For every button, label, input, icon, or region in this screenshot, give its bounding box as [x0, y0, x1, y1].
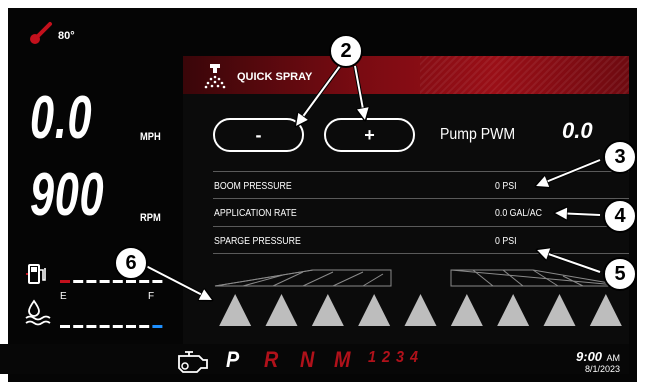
header-stripes	[420, 56, 629, 94]
nozzle-triangle[interactable]	[265, 294, 298, 326]
status-bar	[0, 344, 629, 374]
def-gauge-segment	[86, 325, 97, 328]
speed-unit: MPH	[140, 131, 161, 143]
def-gauge-segment	[60, 325, 70, 328]
gear-4[interactable]: 4	[410, 349, 418, 367]
engine-warning-icon	[173, 350, 213, 379]
clock-date: 8/1/2023	[584, 364, 620, 374]
def-gauge-bar	[60, 317, 170, 335]
nozzle-triangle[interactable]	[311, 294, 344, 326]
speed-value: 0.0	[30, 84, 93, 151]
nozzle-triangle[interactable]	[497, 294, 530, 326]
rpm-unit: RPM	[140, 212, 161, 224]
fuel-gauge-segment	[60, 280, 70, 283]
callout-3: 3	[603, 140, 637, 174]
fuel-gauge-segment	[152, 280, 163, 283]
boom-section-outline	[213, 266, 629, 293]
fuel-empty-label: E	[60, 291, 67, 302]
increase-button[interactable]: +	[324, 118, 415, 152]
nozzle-triangle[interactable]	[404, 294, 437, 326]
def-fluid-icon	[24, 298, 52, 331]
fuel-full-label: F	[148, 291, 155, 302]
callout-4: 4	[603, 199, 637, 233]
nozzle-triangle[interactable]	[450, 294, 483, 326]
nozzle-triangle[interactable]	[543, 294, 576, 326]
fuel-pump-icon	[26, 262, 48, 291]
fuel-gauge-segment	[112, 280, 123, 283]
sparge-pressure-label: SPARGE PRESSURE	[214, 236, 301, 247]
row-divider	[213, 198, 629, 199]
nozzle-triangle[interactable]	[219, 294, 252, 326]
fuel-gauge-segment	[139, 280, 150, 283]
callout-6: 6	[114, 246, 148, 280]
nozzle-triangle[interactable]	[589, 294, 622, 326]
clock-ampm: AM	[606, 353, 621, 363]
fuel-gauge-segment	[86, 280, 97, 283]
rpm-value: 900	[30, 161, 105, 228]
application-rate-value: 0.0 GAL/AC	[495, 208, 542, 219]
gear-1[interactable]: 1	[368, 349, 376, 367]
def-gauge-segment	[152, 325, 163, 328]
boom-pressure-value: 0 PSI	[495, 181, 517, 192]
boom-nozzle-row	[212, 292, 629, 328]
spray-nozzle-icon	[202, 62, 228, 95]
row-divider	[213, 171, 629, 172]
def-gauge-segment	[99, 325, 110, 328]
pump-pwm-label: Pump PWM	[440, 126, 516, 143]
gear-m[interactable]: M	[334, 347, 350, 373]
row-divider	[213, 253, 629, 254]
decrease-button[interactable]: -	[213, 118, 304, 152]
temperature-readout: 80°	[58, 30, 75, 42]
def-gauge-segment	[73, 325, 84, 328]
fuel-gauge-bar	[60, 272, 170, 290]
fuel-gauge-segment	[73, 280, 84, 283]
row-divider	[213, 226, 629, 227]
fuel-gauge-segment	[99, 280, 110, 283]
nozzle-triangle[interactable]	[358, 294, 391, 326]
pump-pwm-value: 0.0	[562, 118, 593, 143]
sparge-pressure-value: 0 PSI	[495, 236, 517, 247]
thermometer-icon	[28, 20, 54, 51]
def-gauge-segment	[126, 325, 136, 328]
callout-5: 5	[603, 257, 637, 291]
gear-2[interactable]: 2	[382, 349, 390, 367]
quick-spray-title: QUICK SPRAY	[237, 71, 313, 83]
def-gauge-segment	[112, 325, 123, 328]
application-rate-label: APPLICATION RATE	[214, 208, 297, 219]
gear-n[interactable]: N	[300, 347, 314, 373]
def-gauge-segment	[139, 325, 150, 328]
clock-time: 9:00	[576, 349, 603, 364]
gear-3[interactable]: 3	[396, 349, 404, 367]
gear-p[interactable]: P	[226, 347, 239, 373]
callout-2: 2	[329, 34, 363, 68]
fuel-gauge-segment	[126, 280, 136, 283]
boom-pressure-label: BOOM PRESSURE	[214, 181, 292, 192]
gear-r[interactable]: R	[264, 347, 278, 373]
